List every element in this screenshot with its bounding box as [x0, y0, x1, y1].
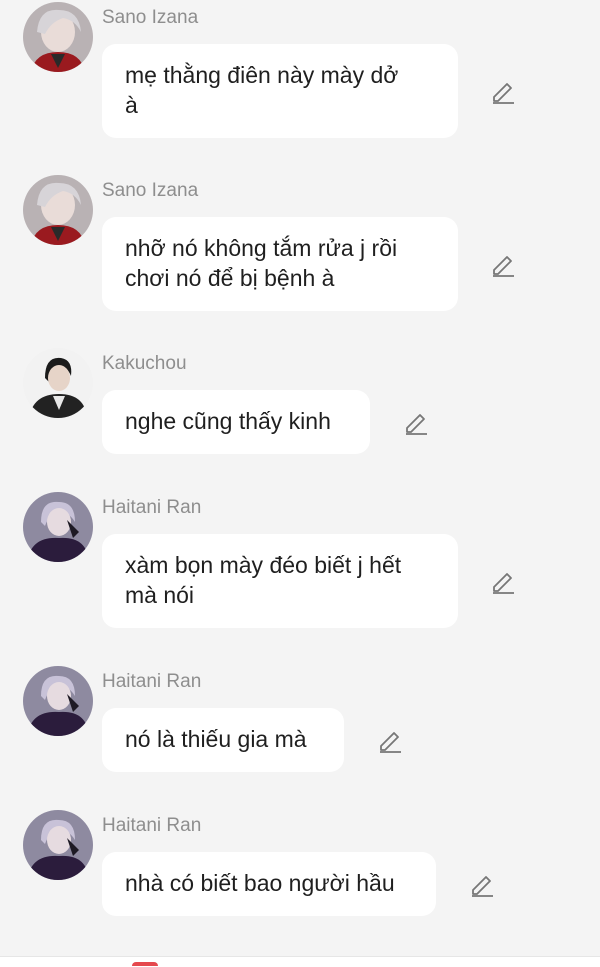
bottom-bar: [0, 956, 600, 967]
pencil-icon[interactable]: [490, 251, 516, 277]
ran-avatar[interactable]: [23, 666, 93, 736]
message-bubble[interactable]: xàm bọn mày đéo biết j hết mà nói: [102, 534, 458, 628]
message-bubble[interactable]: nhỡ nó không tắm rửa j rồi chơi nó để bị…: [102, 217, 458, 311]
izana-avatar[interactable]: [23, 2, 93, 72]
pencil-icon[interactable]: [403, 409, 429, 435]
bottom-accent-mark: [132, 962, 158, 966]
sender-name: Haitani Ran: [102, 497, 202, 518]
kakuchou-avatar[interactable]: [23, 348, 93, 418]
ran-avatar[interactable]: [23, 810, 93, 880]
pencil-icon[interactable]: [490, 78, 516, 104]
pencil-icon[interactable]: [490, 568, 516, 594]
sender-name: Sano Izana: [102, 7, 199, 28]
sender-name: Haitani Ran: [102, 815, 202, 836]
message-bubble[interactable]: nghe cũng thấy kinh: [102, 390, 370, 454]
message-bubble[interactable]: mẹ thằng điên này mày dở à: [102, 44, 458, 138]
ran-avatar[interactable]: [23, 492, 93, 562]
pencil-icon[interactable]: [377, 727, 403, 753]
message-bubble[interactable]: nhà có biết bao người hầu: [102, 852, 436, 916]
message-bubble[interactable]: nó là thiếu gia mà: [102, 708, 344, 772]
sender-name: Haitani Ran: [102, 671, 202, 692]
chat-thread: Sano Izana mẹ thằng điên này mày dở à Sa…: [0, 0, 600, 967]
sender-name: Kakuchou: [102, 353, 187, 374]
pencil-icon[interactable]: [469, 871, 495, 897]
izana-avatar[interactable]: [23, 175, 93, 245]
sender-name: Sano Izana: [102, 180, 199, 201]
